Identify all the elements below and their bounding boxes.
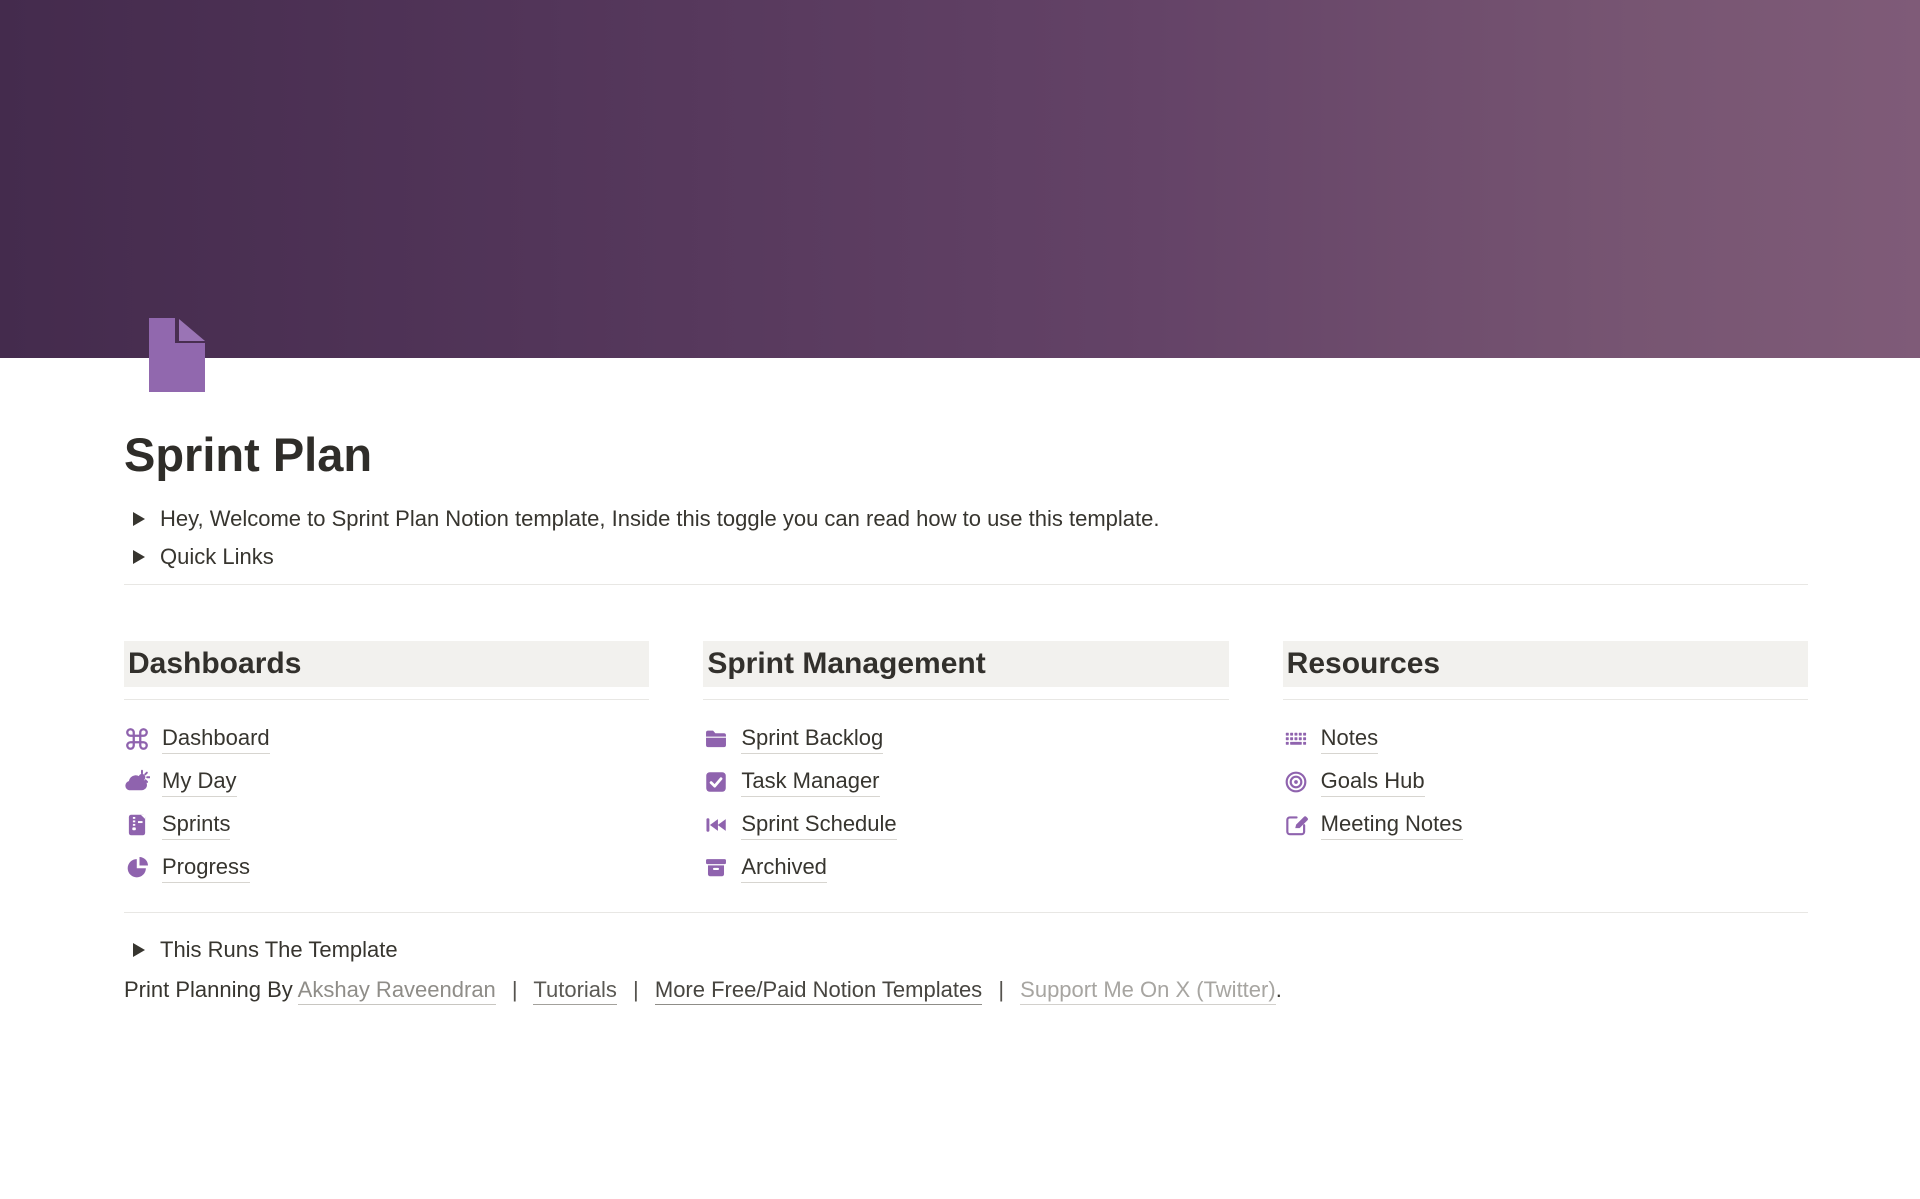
separator: | — [623, 977, 649, 1002]
page-link-archived[interactable]: Archived — [703, 853, 1228, 883]
page-link-task-manager[interactable]: Task Manager — [703, 767, 1228, 797]
page-link-label: My Day — [162, 768, 237, 797]
separator: | — [502, 977, 528, 1002]
column-header-label: Dashboards — [128, 647, 637, 681]
toggle-list: Hey, Welcome to Sprint Plan Notion templ… — [124, 502, 1808, 574]
page-link-label: Archived — [741, 854, 827, 883]
templates-link[interactable]: More Free/Paid Notion Templates — [655, 977, 982, 1005]
edit-note-icon — [1283, 812, 1309, 838]
twitter-link[interactable]: Support Me On X (Twitter) — [1020, 977, 1276, 1005]
checked-checkbox-icon — [703, 769, 729, 795]
page-link-label: Meeting Notes — [1321, 811, 1463, 840]
column-header-dashboards: Dashboards — [124, 641, 649, 687]
page-link-label: Notes — [1321, 725, 1378, 754]
credits-suffix: . — [1276, 977, 1282, 1002]
page-link-notes[interactable]: Notes — [1283, 724, 1808, 754]
page-link-sprint-backlog[interactable]: Sprint Backlog — [703, 724, 1228, 754]
credits-prefix: Print Planning By — [124, 977, 293, 1002]
column-divider — [1283, 699, 1808, 700]
column-header-sprint-management: Sprint Management — [703, 641, 1228, 687]
page-link-goals-hub[interactable]: Goals Hub — [1283, 767, 1808, 797]
command-icon — [124, 726, 150, 752]
page-link-dashboard[interactable]: Dashboard — [124, 724, 649, 754]
sun-behind-cloud-icon — [124, 769, 150, 795]
column-header-label: Resources — [1287, 647, 1796, 681]
toggle-triangle-icon[interactable] — [126, 512, 152, 526]
page-link-label: Goals Hub — [1321, 768, 1425, 797]
page-link-label: Sprint Schedule — [741, 811, 896, 840]
toggle-quick-links[interactable]: Quick Links — [124, 540, 1808, 574]
separator: | — [988, 977, 1014, 1002]
column-divider — [703, 699, 1228, 700]
rewind-icon — [703, 812, 729, 838]
page-link-meeting-notes[interactable]: Meeting Notes — [1283, 810, 1808, 840]
column-dashboards: Dashboards Dashboard — [124, 641, 649, 896]
column-header-resources: Resources — [1283, 641, 1808, 687]
toggle-welcome[interactable]: Hey, Welcome to Sprint Plan Notion templ… — [124, 502, 1808, 536]
toggle-list-bottom: This Runs The Template — [124, 933, 1808, 967]
divider — [124, 912, 1808, 913]
page-link-label: Sprint Backlog — [741, 725, 883, 754]
toggle-quick-links-label: Quick Links — [160, 542, 274, 572]
column-sprint-management: Sprint Management Sprint Backlog — [703, 641, 1228, 896]
item-list: Sprint Backlog Task Manager — [703, 724, 1228, 883]
page-link-label: Task Manager — [741, 768, 879, 797]
toggle-triangle-icon[interactable] — [126, 943, 152, 957]
folder-icon — [703, 726, 729, 752]
tutorials-link[interactable]: Tutorials — [533, 977, 617, 1005]
column-resources: Resources — [1283, 641, 1808, 896]
zip-document-icon — [124, 812, 150, 838]
divider — [124, 584, 1808, 585]
page-link-label: Dashboard — [162, 725, 270, 754]
toggle-runs-template[interactable]: This Runs The Template — [124, 933, 1808, 967]
archive-box-icon — [703, 855, 729, 881]
item-list: Dashboard — [124, 724, 649, 883]
page-title[interactable]: Sprint Plan — [124, 358, 1808, 482]
toggle-welcome-label: Hey, Welcome to Sprint Plan Notion templ… — [160, 504, 1160, 534]
author-link[interactable]: Akshay Raveendran — [298, 977, 496, 1005]
item-list: Notes Goals Hub — [1283, 724, 1808, 840]
page-content: Sprint Plan Hey, Welcome to Sprint Plan … — [124, 358, 1808, 1005]
page-link-progress[interactable]: Progress — [124, 853, 649, 883]
toggle-runs-template-label: This Runs The Template — [160, 935, 398, 965]
page-link-sprints[interactable]: Sprints — [124, 810, 649, 840]
toggle-triangle-icon[interactable] — [126, 550, 152, 564]
page-link-label: Sprints — [162, 811, 230, 840]
page-link-label: Progress — [162, 854, 250, 883]
pie-chart-icon — [124, 855, 150, 881]
page-link-sprint-schedule[interactable]: Sprint Schedule — [703, 810, 1228, 840]
column-header-label: Sprint Management — [707, 647, 1216, 681]
columns: Dashboards Dashboard — [124, 641, 1808, 896]
column-divider — [124, 699, 649, 700]
page-link-my-day[interactable]: My Day — [124, 767, 649, 797]
page-cover — [0, 0, 1920, 358]
keyboard-icon — [1283, 726, 1309, 752]
credits-line: Print Planning By Akshay Raveendran | Tu… — [124, 975, 1808, 1005]
target-icon — [1283, 769, 1309, 795]
